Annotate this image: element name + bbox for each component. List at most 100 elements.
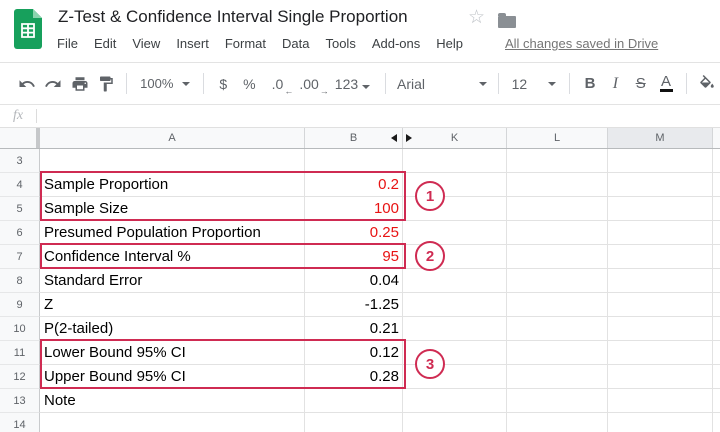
cell-partial[interactable] [713,149,720,173]
cell-k10[interactable] [403,317,507,341]
row-header-5[interactable]: 5 [0,197,40,221]
row-header-7[interactable]: 7 [0,245,40,269]
cell-k8[interactable] [403,269,507,293]
row-header-14[interactable]: 14 [0,413,40,432]
row-header-8[interactable]: 8 [0,269,40,293]
cell-b6[interactable]: 0.25 [305,221,403,245]
cell-m6[interactable] [608,221,713,245]
cell-m3[interactable] [608,149,713,173]
cell-k6[interactable] [403,221,507,245]
row-header-13[interactable]: 13 [0,389,40,413]
row-header-6[interactable]: 6 [0,221,40,245]
increase-decimals-button[interactable]: .00 → [291,76,328,96]
cell-m13[interactable] [608,389,713,413]
strikethrough-button[interactable]: S [628,71,653,97]
cell-b8[interactable]: 0.04 [305,269,403,293]
text-color-button[interactable]: A [653,71,678,97]
fill-color-icon[interactable] [694,70,720,97]
cell-l7[interactable] [507,245,608,269]
cell-a14[interactable] [40,413,305,432]
cell-l10[interactable] [507,317,608,341]
cell-k9[interactable] [403,293,507,317]
hidden-columns-right-indicator[interactable] [406,134,412,142]
cell-b12[interactable]: 0.28 [305,365,403,389]
cell-m9[interactable] [608,293,713,317]
hidden-columns-left-indicator[interactable] [391,134,397,142]
cell-partial[interactable] [713,317,720,341]
cell-l13[interactable] [507,389,608,413]
menu-insert[interactable]: Insert [176,36,209,51]
cell-partial[interactable] [713,365,720,389]
cell-b7[interactable]: 95 [305,245,403,269]
cell-b10[interactable]: 0.21 [305,317,403,341]
menu-view[interactable]: View [132,36,160,51]
cell-partial[interactable] [713,413,720,432]
row-header-10[interactable]: 10 [0,317,40,341]
cell-m14[interactable] [608,413,713,432]
cell-m5[interactable] [608,197,713,221]
format-percent-button[interactable]: % [235,76,263,92]
cell-l3[interactable] [507,149,608,173]
row-header-4[interactable]: 4 [0,173,40,197]
column-header-m[interactable]: M [608,128,713,148]
bold-button[interactable]: B [577,71,602,97]
cell-a3[interactable] [40,149,305,173]
cell-l11[interactable] [507,341,608,365]
save-status-link[interactable]: All changes saved in Drive [505,36,658,51]
row-header-3[interactable]: 3 [0,149,40,173]
cell-a7[interactable]: Confidence Interval % [40,245,305,269]
font-family-dropdown[interactable]: Arial [393,76,491,92]
document-title[interactable]: Z-Test & Confidence Interval Single Prop… [58,7,408,27]
cell-k4[interactable] [403,173,507,197]
cell-partial[interactable] [713,221,720,245]
cell-a12[interactable]: Upper Bound 95% CI [40,365,305,389]
cell-l8[interactable] [507,269,608,293]
menu-edit[interactable]: Edit [94,36,116,51]
cell-a8[interactable]: Standard Error [40,269,305,293]
menu-format[interactable]: Format [225,36,266,51]
cell-l4[interactable] [507,173,608,197]
folder-icon[interactable] [498,13,516,28]
cell-partial[interactable] [713,341,720,365]
cell-k13[interactable] [403,389,507,413]
cell-l5[interactable] [507,197,608,221]
paint-format-icon[interactable] [93,70,119,97]
cell-k3[interactable] [403,149,507,173]
menu-tools[interactable]: Tools [325,36,355,51]
column-header-b[interactable]: B [305,128,403,148]
row-header-12[interactable]: 12 [0,365,40,389]
cell-b13[interactable] [305,389,403,413]
cell-m7[interactable] [608,245,713,269]
menu-help[interactable]: Help [436,36,463,51]
cell-m10[interactable] [608,317,713,341]
cell-b11[interactable]: 0.12 [305,341,403,365]
column-header-a[interactable]: A [40,128,305,148]
cell-l9[interactable] [507,293,608,317]
cell-m8[interactable] [608,269,713,293]
format-currency-button[interactable]: $ [211,76,235,92]
cell-partial[interactable] [713,269,720,293]
cell-partial[interactable] [713,389,720,413]
row-header-9[interactable]: 9 [0,293,40,317]
cell-a9[interactable]: Z [40,293,305,317]
star-icon[interactable]: ☆ [468,7,485,29]
row-header-11[interactable]: 11 [0,341,40,365]
cell-k5[interactable] [403,197,507,221]
cell-b4[interactable]: 0.2 [305,173,403,197]
menu-file[interactable]: File [57,36,78,51]
cell-partial[interactable] [713,197,720,221]
zoom-dropdown[interactable]: 100% [134,76,196,91]
column-header-l[interactable]: L [507,128,608,148]
formula-input[interactable] [37,105,720,127]
column-header-partial[interactable] [713,128,720,148]
cell-k12[interactable] [403,365,507,389]
cell-a5[interactable]: Sample Size [40,197,305,221]
menu-add-ons[interactable]: Add-ons [372,36,420,51]
menu-data[interactable]: Data [282,36,309,51]
cell-k7[interactable] [403,245,507,269]
sheets-logo-icon[interactable] [14,9,42,49]
cell-k14[interactable] [403,413,507,432]
cell-l12[interactable] [507,365,608,389]
cell-a10[interactable]: P(2-tailed) [40,317,305,341]
cell-b14[interactable] [305,413,403,432]
